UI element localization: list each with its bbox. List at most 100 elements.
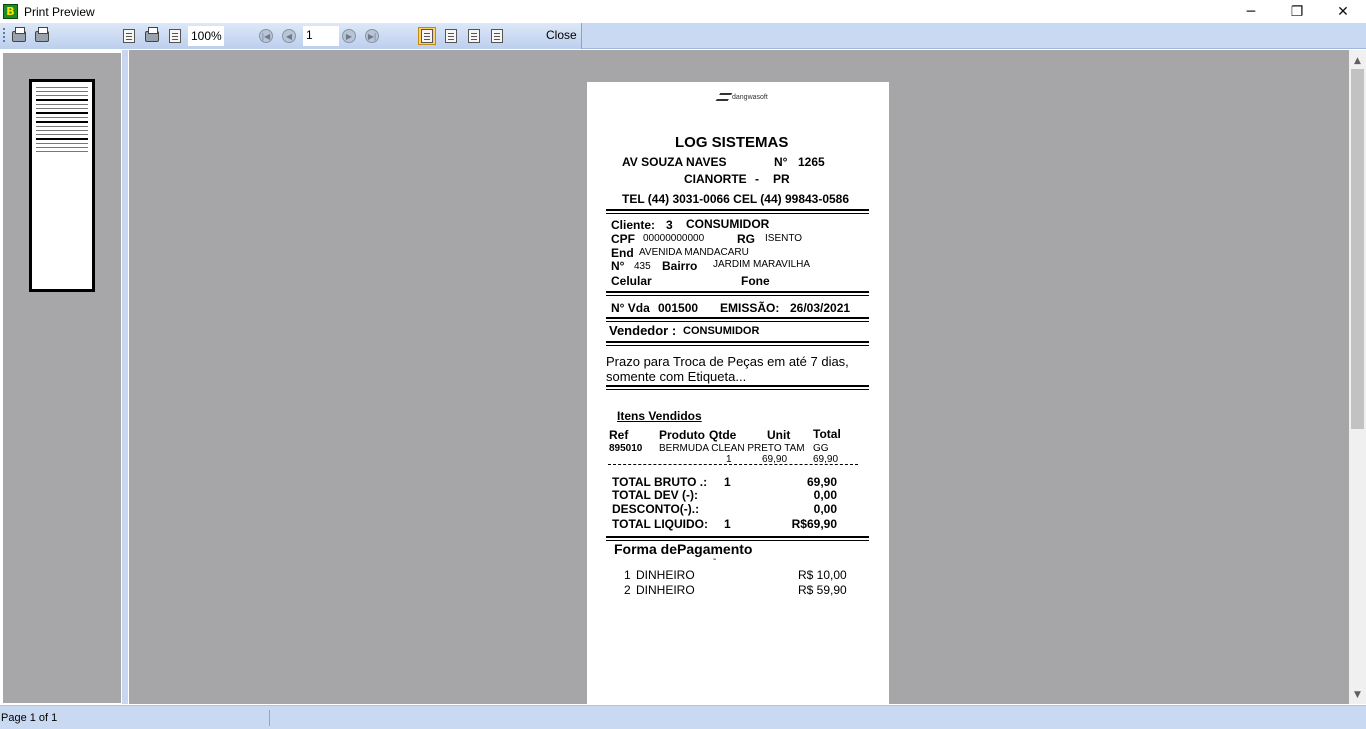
next-page-icon: ▶ xyxy=(342,29,356,43)
item-ref: 895010 xyxy=(609,443,643,454)
thumb-line xyxy=(36,121,88,123)
divider xyxy=(606,341,869,346)
payment-dash: - xyxy=(713,554,717,565)
total-liquido-qtde: 1 xyxy=(724,517,731,531)
restore-button[interactable]: ❐ xyxy=(1274,0,1320,23)
emissao-label: EMISSÃO: xyxy=(720,301,780,315)
thumb-line xyxy=(36,138,88,140)
desconto-value: 0,00 xyxy=(813,502,837,516)
thumb-line xyxy=(36,126,88,127)
celular-label: Celular xyxy=(611,274,652,288)
client-label: Cliente: xyxy=(611,218,656,232)
vendedor-label: Vendedor : xyxy=(609,323,677,338)
page-status: Page 1 of 1 xyxy=(1,712,58,724)
page-setup-icon xyxy=(145,26,159,42)
print-button[interactable] xyxy=(10,26,28,45)
thumbnail-pane xyxy=(0,50,128,704)
page-setup-button[interactable] xyxy=(143,26,161,45)
status-separator xyxy=(269,710,270,726)
thumb-line xyxy=(36,87,88,88)
col-ref: Ref xyxy=(609,428,629,442)
item-produto: BERMUDA CLEAN PRETO TAM xyxy=(659,443,805,454)
vertical-scrollbar[interactable]: ▲ ▼ xyxy=(1349,50,1366,704)
company-logo: dangwasoft xyxy=(715,92,768,102)
dashed-divider xyxy=(608,464,858,465)
last-page-icon: ▶| xyxy=(365,29,379,43)
thumb-line xyxy=(36,108,88,109)
total-liquido-value: R$69,90 xyxy=(791,517,837,531)
thumb-line xyxy=(36,104,88,105)
toolbar: 100% |◀ ◀ 1 ▶ ▶| Close xyxy=(0,23,1366,49)
desconto-label: DESCONTO(-).: xyxy=(612,502,700,516)
thumbnails-button[interactable] xyxy=(120,27,138,45)
two-pages-button[interactable] xyxy=(442,27,460,45)
col-qtde: Qtde xyxy=(709,428,737,442)
address-number: 1265 xyxy=(798,155,825,169)
previous-page-icon: ◀ xyxy=(282,29,296,43)
multi-pages-button[interactable] xyxy=(488,27,506,45)
payment-title: Forma dePagamento xyxy=(614,541,753,557)
thumb-line xyxy=(36,143,88,144)
scroll-down-icon[interactable]: ▼ xyxy=(1349,686,1366,703)
first-page-button[interactable]: |◀ xyxy=(257,27,275,45)
next-page-button[interactable]: ▶ xyxy=(340,27,358,45)
bairro-value: JARDIM MARAVILHA xyxy=(713,259,811,270)
col-unit: Unit xyxy=(767,428,791,442)
previous-page-button[interactable]: ◀ xyxy=(280,27,298,45)
client-id: 3 xyxy=(666,218,673,232)
last-page-button[interactable]: ▶| xyxy=(363,27,381,45)
col-produto: Produto xyxy=(659,428,705,442)
thumb-line xyxy=(36,134,88,135)
minimize-button[interactable]: ─ xyxy=(1228,0,1274,23)
rg-value: ISENTO xyxy=(765,233,803,244)
vendedor-name: CONSUMIDOR xyxy=(683,325,760,337)
payment-1-method: DINHEIRO xyxy=(636,568,695,582)
quick-print-icon xyxy=(35,26,49,42)
payment-2-method: DINHEIRO xyxy=(636,583,695,597)
exchange-note-line2: somente com Etiqueta... xyxy=(606,369,747,384)
title-bar: B Print Preview ─ ❐ ✕ xyxy=(0,0,1366,23)
num-value: 435 xyxy=(634,261,651,272)
company-state: PR xyxy=(773,172,790,186)
address-number-label: N° xyxy=(774,155,788,169)
window-title: Print Preview xyxy=(24,4,95,19)
item-tam: GG xyxy=(813,443,829,454)
end-label: End xyxy=(611,246,634,260)
divider xyxy=(606,209,869,214)
sale-number-label: N° Vda xyxy=(611,301,650,315)
scrollbar-thumb[interactable] xyxy=(1351,69,1364,429)
page-number-input[interactable]: 1 xyxy=(303,26,339,46)
single-page-button[interactable] xyxy=(418,27,436,45)
printer-icon xyxy=(12,26,26,42)
zoom-input[interactable]: 100% xyxy=(188,26,224,46)
page-thumbnail[interactable] xyxy=(29,79,95,292)
total-bruto-qtde: 1 xyxy=(724,475,731,489)
thumb-line xyxy=(36,151,88,152)
window-controls: ─ ❐ ✕ xyxy=(1228,0,1366,23)
preview-area: dangwasoft LOG SISTEMAS AV SOUZA NAVES N… xyxy=(129,50,1349,704)
pane-splitter[interactable] xyxy=(122,50,128,704)
single-page-icon xyxy=(421,29,433,43)
app-icon: B xyxy=(3,4,18,19)
total-bruto-value: 69,90 xyxy=(806,475,837,489)
toolbar-grip-icon[interactable] xyxy=(3,28,5,44)
receipt-page: dangwasoft LOG SISTEMAS AV SOUZA NAVES N… xyxy=(587,82,889,704)
city-separator: - xyxy=(755,172,759,186)
total-bruto-label: TOTAL BRUTO .: xyxy=(612,475,708,489)
quick-print-button[interactable] xyxy=(33,26,51,45)
fone-label: Fone xyxy=(741,274,770,288)
company-city: CIANORTE xyxy=(684,172,747,186)
emissao-date: 26/03/2021 xyxy=(790,301,851,315)
export-button[interactable] xyxy=(166,27,184,45)
scroll-up-icon[interactable]: ▲ xyxy=(1349,52,1366,69)
status-bar: Page 1 of 1 xyxy=(0,705,1366,729)
close-window-button[interactable]: ✕ xyxy=(1320,0,1366,23)
rg-label: RG xyxy=(737,232,755,246)
thumb-line xyxy=(36,91,88,92)
four-pages-button[interactable] xyxy=(465,27,483,45)
two-pages-icon xyxy=(445,29,457,43)
first-page-icon: |◀ xyxy=(259,29,273,43)
toolbar-strip: 100% |◀ ◀ 1 ▶ ▶| Close xyxy=(0,23,582,49)
total-liquido-label: TOTAL LIQUIDO: xyxy=(612,517,708,531)
close-preview-button[interactable]: Close xyxy=(546,28,577,42)
